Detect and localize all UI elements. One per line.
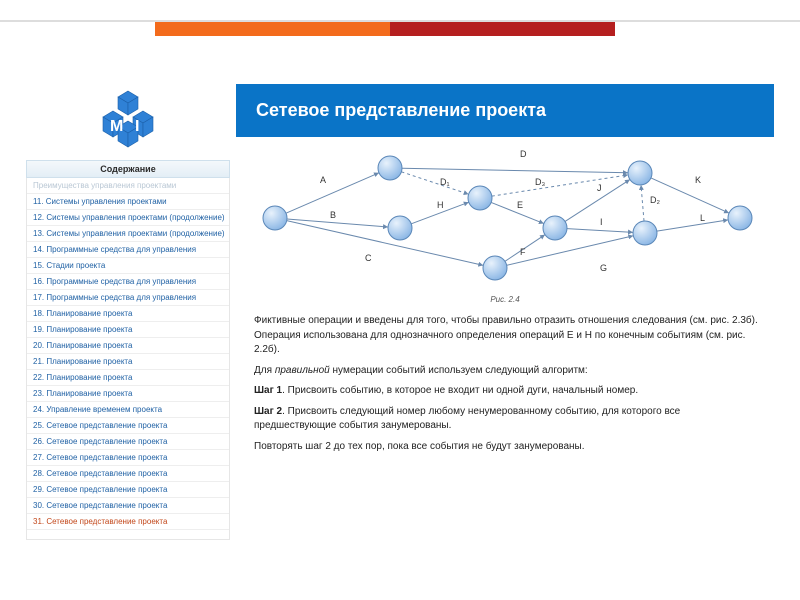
page: M I Содержание Преимущества управления п…	[26, 84, 774, 544]
toc-item[interactable]: 13. Системы управления проектами (продол…	[27, 226, 229, 242]
body-text: Фиктивные операции и введены для того, ч…	[236, 304, 774, 454]
graph-edge-label: H	[437, 200, 444, 210]
graph-node	[468, 186, 492, 210]
toc-item[interactable]: 25. Сетевое представление проекта	[27, 418, 229, 434]
graph-edge	[657, 220, 728, 231]
figure-caption: Рис. 2.4	[490, 295, 519, 304]
toc-item[interactable]: 24. Управление временем проекта	[27, 402, 229, 418]
step-1: Шаг 1. Присвоить событию, в которое не в…	[254, 384, 760, 399]
graph-node	[633, 221, 657, 245]
graph-node	[388, 216, 412, 240]
graph-edge	[287, 221, 484, 266]
toc-item[interactable]: 14. Программные средства для управления	[27, 242, 229, 258]
graph-edge-label: B	[330, 210, 336, 220]
graph-edge-label: D	[520, 149, 527, 159]
graph-edge-label: L	[700, 213, 705, 223]
graph-edge-label: C	[365, 253, 372, 263]
svg-text:I: I	[135, 118, 139, 135]
toc-item[interactable]: Преимущества управления проектами	[27, 178, 229, 194]
toc-item[interactable]: 19. Планирование проекта	[27, 322, 229, 338]
toc-list: Преимущества управления проектами11. Сис…	[26, 178, 230, 540]
graph-edge	[567, 229, 633, 233]
graph-edge	[286, 173, 379, 213]
toc-item[interactable]: 21. Планирование проекта	[27, 354, 229, 370]
paragraph-2: Для правильной нумерации событий использ…	[254, 364, 760, 379]
toc-item[interactable]: 16. Программные средства для управления	[27, 274, 229, 290]
svg-text:M: M	[110, 118, 123, 135]
network-diagram: A B C D D₁ H E D₃ F G J I D₂ K L	[245, 143, 765, 293]
main-content: Сетевое представление проекта A B C D D₁ H E D₃…	[236, 84, 774, 544]
toc-item[interactable]: 11. Системы управления проектами	[27, 194, 229, 210]
toc-item[interactable]: 15. Стадии проекта	[27, 258, 229, 274]
toc-item[interactable]: 20. Планирование проекта	[27, 338, 229, 354]
graph-edge	[401, 172, 468, 194]
graph-edge-label: G	[600, 263, 607, 273]
toc-item[interactable]: 12. Системы управления проектами (продол…	[27, 210, 229, 226]
graph-edge	[287, 219, 388, 227]
toc-item[interactable]: 18. Планирование проекта	[27, 306, 229, 322]
logo: M I	[26, 84, 230, 160]
graph-edge-label: K	[695, 175, 701, 185]
graph-edge	[651, 178, 729, 213]
graph-edge	[402, 168, 628, 173]
graph-edge	[641, 185, 644, 221]
toc-header: Содержание	[26, 160, 230, 178]
graph-edge-label: D₂	[650, 195, 660, 205]
graph-edge-label: J	[597, 183, 602, 193]
toc-item[interactable]: 27. Сетевое представление проекта	[27, 450, 229, 466]
graph-edge-label: D₃	[535, 177, 545, 187]
paragraph-1: Фиктивные операции и введены для того, ч…	[254, 314, 760, 358]
paragraph-last: Повторять шаг 2 до тех пор, пока все соб…	[254, 440, 760, 455]
logo-cubes-icon: M I	[73, 87, 183, 157]
network-diagram-wrap: A B C D D₁ H E D₃ F G J I D₂ K L Рис. 2.4	[236, 137, 774, 304]
graph-node	[543, 216, 567, 240]
graph-edge	[492, 175, 628, 196]
graph-edge-label: F	[520, 247, 526, 257]
toc-item[interactable]: 17. Программные средства для управления	[27, 290, 229, 306]
toc-item[interactable]: 30. Сетевое представление проекта	[27, 498, 229, 514]
toc-item[interactable]: 22. Планирование проекта	[27, 370, 229, 386]
accent-bar	[0, 20, 800, 38]
graph-edge-label: A	[320, 175, 326, 185]
graph-node	[728, 206, 752, 230]
toc-item[interactable]: 23. Планирование проекта	[27, 386, 229, 402]
graph-edge-label: I	[600, 217, 603, 227]
page-title: Сетевое представление проекта	[236, 84, 774, 137]
graph-edge	[507, 236, 634, 266]
step-2: Шаг 2. Присвоить следующий номер любому …	[254, 405, 760, 434]
graph-edge-label: D₁	[440, 177, 450, 187]
graph-edge-label: E	[517, 200, 523, 210]
toc-item[interactable]: 28. Сетевое представление проекта	[27, 466, 229, 482]
toc-item[interactable]: 26. Сетевое представление проекта	[27, 434, 229, 450]
sidebar: M I Содержание Преимущества управления п…	[26, 84, 230, 544]
graph-node	[483, 256, 507, 280]
toc-item[interactable]: 29. Сетевое представление проекта	[27, 482, 229, 498]
graph-node	[263, 206, 287, 230]
graph-node	[628, 161, 652, 185]
graph-node	[378, 156, 402, 180]
toc-item[interactable]: 31. Сетевое представление проекта	[27, 514, 229, 530]
